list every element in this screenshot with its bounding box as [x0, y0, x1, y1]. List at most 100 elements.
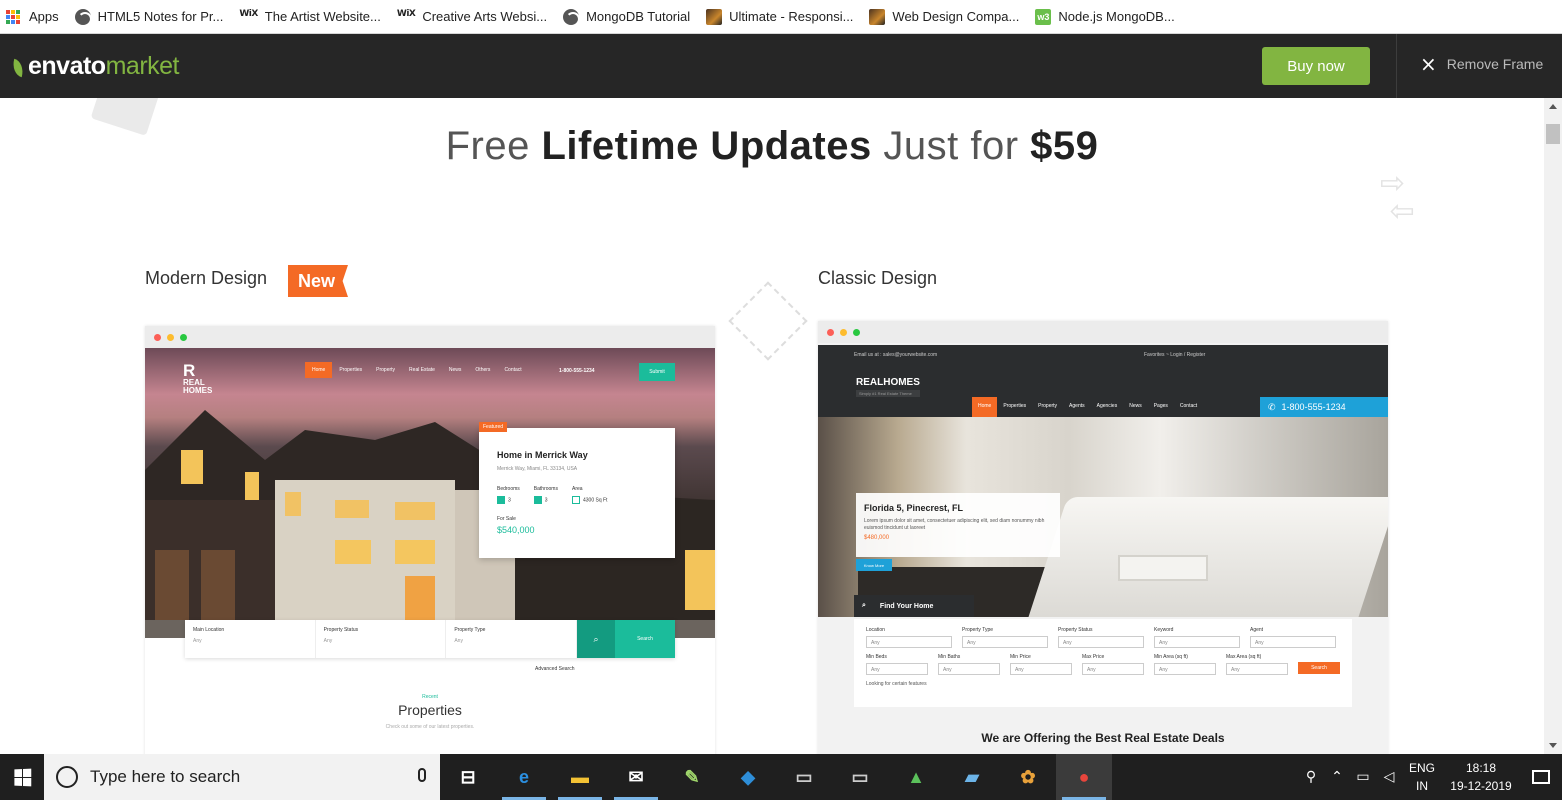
- notepad-taskbar-button[interactable]: ✎: [664, 754, 720, 800]
- rocket-icon: ▲: [907, 766, 925, 787]
- network-icon[interactable]: ▭: [1350, 769, 1376, 785]
- chrome-taskbar-button[interactable]: ●: [1056, 754, 1112, 800]
- submit-button[interactable]: Submit: [639, 363, 675, 381]
- notebook-taskbar-button[interactable]: ▰: [944, 754, 1000, 800]
- envato-logo[interactable]: envato market: [10, 52, 180, 81]
- advanced-search-link[interactable]: Advanced Search: [535, 666, 574, 672]
- nav-item-property[interactable]: Property: [1032, 397, 1063, 417]
- nav-item-properties[interactable]: Properties: [997, 397, 1032, 417]
- bookmark-apps[interactable]: Apps: [6, 0, 69, 33]
- scroll-up-icon[interactable]: [1549, 104, 1557, 109]
- mail-taskbar-button[interactable]: ✉: [608, 754, 664, 800]
- nav-item-home[interactable]: Home: [305, 362, 333, 378]
- features-toggle[interactable]: Looking for certain features: [866, 681, 1340, 687]
- property-title: Home in Merrick Way: [497, 450, 588, 460]
- classic-top-bar: Email us at : sales@yourwebsite.com Favo…: [818, 345, 1388, 365]
- taskbar-search-box[interactable]: Type here to search: [44, 754, 440, 800]
- field-label: Min Price: [1010, 654, 1031, 660]
- login-register-link[interactable]: Favorites ~ Login / Register: [1144, 352, 1205, 358]
- main-location-select[interactable]: Main Location Any: [185, 620, 316, 658]
- nav-item-contact[interactable]: Contact: [497, 362, 528, 378]
- nav-item-others[interactable]: Others: [468, 362, 497, 378]
- real-homes-logo[interactable]: REALHOMES Simply #1 Real Estate Theme: [856, 377, 920, 397]
- clock[interactable]: 18:18 19-12-2019: [1442, 759, 1520, 795]
- start-button[interactable]: [0, 754, 44, 800]
- region-code: IN: [1416, 779, 1428, 793]
- min-price-select[interactable]: Min Price Any: [1010, 654, 1072, 675]
- search-button[interactable]: Search: [615, 620, 676, 658]
- nav-item-agents[interactable]: Agents: [1063, 397, 1091, 417]
- modern-nav-menu: Home Properties Property Real Estate New…: [305, 362, 529, 378]
- contact-email: Email us at : sales@yourwebsite.com: [854, 352, 938, 358]
- know-more-button[interactable]: Know More: [856, 559, 892, 571]
- scroll-down-icon[interactable]: [1549, 743, 1557, 748]
- scrollbar-thumb[interactable]: [1546, 124, 1560, 144]
- min-baths-select[interactable]: Min Baths Any: [938, 654, 1000, 675]
- edge-taskbar-button[interactable]: e: [496, 754, 552, 800]
- min-beds-select[interactable]: Min Beds Any: [866, 654, 928, 675]
- field-value: Any: [866, 636, 952, 648]
- modern-design-label: Modern Design: [145, 268, 268, 288]
- bookmark-html5-notes[interactable]: HTML5 Notes for Pr...: [74, 0, 234, 33]
- rocket-taskbar-button[interactable]: ▲: [888, 754, 944, 800]
- bookmark-web-design-company[interactable]: Web Design Compa...: [869, 0, 1029, 33]
- vscode-taskbar-button[interactable]: ◆: [720, 754, 776, 800]
- min-area-input[interactable]: Min Area (sq ft) Any: [1154, 654, 1216, 675]
- max-price-select[interactable]: Max Price Any: [1082, 654, 1144, 675]
- real-homes-logo[interactable]: R REAL HOMES: [183, 362, 212, 395]
- terminal-taskbar-button[interactable]: ▭: [776, 754, 832, 800]
- paint-taskbar-button[interactable]: ✿: [1000, 754, 1056, 800]
- nav-item-home[interactable]: Home: [972, 397, 998, 417]
- nav-item-agencies[interactable]: Agencies: [1091, 397, 1124, 417]
- people-icon[interactable]: ⚲: [1298, 769, 1324, 785]
- max-area-input[interactable]: Max Area (sq ft) Any: [1226, 654, 1288, 675]
- find-your-home-tab[interactable]: ⌕ Find Your Home: [854, 595, 974, 617]
- bookmark-creative-arts[interactable]: WiX Creative Arts Websi...: [397, 0, 557, 33]
- property-slide-card[interactable]: Florida 5, Pinecrest, FL Lorem ipsum dol…: [856, 493, 1060, 557]
- nav-item-real-estate[interactable]: Real Estate: [402, 362, 442, 378]
- nav-item-properties[interactable]: Properties: [332, 362, 369, 378]
- nav-item-pages[interactable]: Pages: [1148, 397, 1174, 417]
- bookmark-artist-website[interactable]: WiX The Artist Website...: [239, 0, 391, 33]
- task-view-taskbar-button[interactable]: ⊟: [440, 754, 496, 800]
- terminal-icon: ▭: [795, 766, 813, 787]
- modern-design-preview[interactable]: R REAL HOMES Home Properties Property Real…: [145, 326, 715, 754]
- buy-now-button[interactable]: Buy now: [1262, 47, 1370, 85]
- close-dot-icon: [154, 333, 161, 341]
- featured-property-card[interactable]: Home in Merrick Way Merrick Way, Miami, …: [479, 428, 675, 558]
- maximize-dot-icon: [180, 333, 187, 341]
- notification-center-button[interactable]: [1520, 770, 1562, 784]
- phone-number: 1-800-555-1234: [1281, 402, 1346, 412]
- vertical-scrollbar[interactable]: [1544, 98, 1562, 754]
- volume-muted-icon[interactable]: ◁: [1376, 769, 1402, 785]
- classic-design-preview[interactable]: Email us at : sales@yourwebsite.com Favo…: [818, 321, 1388, 754]
- chevron-up-icon[interactable]: ⌃: [1324, 769, 1350, 785]
- keyword-input[interactable]: Keyword Any: [1154, 627, 1240, 648]
- property-type-select[interactable]: Property Type Any: [962, 627, 1048, 648]
- remove-frame-button[interactable]: × Remove Frame: [1420, 54, 1543, 74]
- property-status-select[interactable]: Property Status Any: [316, 620, 447, 658]
- bookmark-mongodb-tutorial[interactable]: MongoDB Tutorial: [563, 0, 700, 33]
- agent-select[interactable]: Agent Any: [1250, 627, 1336, 648]
- property-status-select[interactable]: Property Status Any: [1058, 627, 1144, 648]
- taskbar-apps: ⊟ e ▬ ✉ ✎ ◆ ▭ ▭ ▲ ▰ ✿ ●: [440, 754, 1112, 800]
- field-label: Min Baths: [938, 654, 961, 660]
- nav-item-news[interactable]: News: [1123, 397, 1148, 417]
- nav-item-news[interactable]: News: [442, 362, 469, 378]
- zoom-icon[interactable]: ⌕: [577, 620, 616, 658]
- nav-item-contact[interactable]: Contact: [1174, 397, 1203, 417]
- classic-search-form: Location Any Property Type Any Property St…: [854, 619, 1352, 707]
- nav-item-property[interactable]: Property: [369, 362, 402, 378]
- bookmark-nodejs-mongodb[interactable]: w3 Node.js MongoDB...: [1035, 0, 1184, 33]
- file-explorer-taskbar-button[interactable]: ▬: [552, 754, 608, 800]
- featured-tag: Featured: [479, 422, 508, 432]
- terminal-2-taskbar-button[interactable]: ▭: [832, 754, 888, 800]
- microphone-icon[interactable]: [418, 768, 426, 782]
- property-type-select[interactable]: Property Type Any: [446, 620, 578, 658]
- bookmark-ultimate-responsive[interactable]: Ultimate - Responsi...: [706, 0, 863, 33]
- search-button[interactable]: Search: [1298, 662, 1340, 674]
- language-indicator[interactable]: ENG IN: [1402, 759, 1442, 795]
- field-value: Any: [1226, 663, 1288, 675]
- hero-image: Florida 5, Pinecrest, FL Lorem ipsum dol…: [818, 417, 1388, 617]
- location-select[interactable]: Location Any: [866, 627, 952, 648]
